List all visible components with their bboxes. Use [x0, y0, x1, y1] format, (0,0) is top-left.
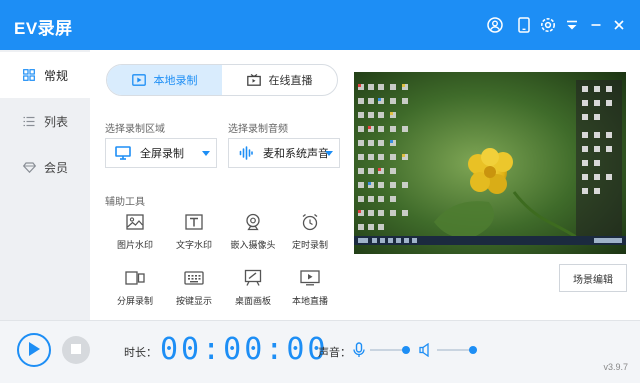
- speaker-icon[interactable]: [419, 342, 433, 358]
- alarm-clock-icon: [300, 212, 320, 232]
- region-select[interactable]: 全屏录制: [105, 138, 217, 168]
- text-icon: [184, 212, 204, 232]
- duration-label: 时长：: [124, 347, 157, 359]
- tool-label: 本地直播: [291, 296, 328, 306]
- drawing-board-icon: [243, 268, 263, 288]
- local-live-icon: [300, 268, 320, 288]
- user-icon[interactable]: [486, 16, 504, 34]
- tab-local-record[interactable]: 本地录制: [107, 65, 222, 95]
- tool-label: 定时录制: [291, 240, 328, 250]
- app-title: EV录屏: [14, 19, 73, 38]
- tool-embed-webcam[interactable]: 嵌入摄像头: [223, 212, 283, 262]
- start-record-button[interactable]: [17, 333, 51, 367]
- tool-local-live[interactable]: 本地直播: [280, 268, 340, 318]
- stop-icon: [71, 343, 81, 357]
- audio-select[interactable]: 麦和系统声音: [228, 138, 340, 168]
- record-icon: [131, 74, 146, 86]
- keyboard-icon: [184, 268, 204, 288]
- bottom-bar: 时长： 00:00:00 声音： v3.9.7: [0, 320, 640, 383]
- sidebar-item-label: 常规: [44, 68, 69, 83]
- chevron-down-icon: [325, 151, 333, 156]
- sidebar: 常规 列表 会员: [0, 50, 90, 320]
- tool-label: 嵌入摄像头: [230, 240, 276, 250]
- grid-icon: [22, 68, 36, 82]
- tool-desktop-drawing-board[interactable]: 桌面画板: [223, 268, 283, 318]
- tools-label: 辅助工具: [105, 197, 145, 208]
- volume-label: 声音：: [318, 347, 351, 359]
- webcam-icon: [243, 212, 263, 232]
- desktop-preview-image: [354, 72, 626, 254]
- screen-preview: [354, 72, 626, 254]
- image-icon: [125, 212, 145, 232]
- audio-value: 麦和系统声音: [263, 148, 329, 160]
- chevron-down-icon: [202, 151, 210, 156]
- mode-tabs: 本地录制 在线直播: [106, 64, 338, 96]
- minimize-icon[interactable]: [587, 16, 605, 34]
- mic-volume-knob[interactable]: [402, 346, 410, 354]
- mic-volume-slider[interactable]: [370, 346, 410, 354]
- tool-label: 分屏录制: [116, 296, 153, 306]
- live-icon: [246, 74, 261, 86]
- tool-key-display[interactable]: 按键显示: [164, 268, 224, 318]
- sidebar-item-label: 会员: [44, 160, 69, 175]
- tool-image-watermark[interactable]: 图片水印: [105, 212, 165, 262]
- speaker-volume-slider[interactable]: [437, 346, 477, 354]
- sidebar-item-label: 列表: [44, 114, 69, 129]
- audio-label: 选择录制音频: [228, 124, 288, 135]
- microphone-icon[interactable]: [352, 342, 366, 358]
- close-icon[interactable]: [610, 16, 628, 34]
- audio-wave-icon: [237, 145, 255, 161]
- scene-edit-button[interactable]: 场景编辑: [559, 264, 627, 292]
- play-icon: [27, 341, 41, 360]
- sidebar-item-general[interactable]: 常规: [0, 52, 90, 98]
- tool-scheduled-record[interactable]: 定时录制: [280, 212, 340, 262]
- stop-record-button[interactable]: [62, 336, 90, 364]
- tool-label: 按键显示: [175, 296, 212, 306]
- version-label: v3.9.7: [603, 362, 628, 372]
- tab-label: 在线直播: [268, 75, 313, 87]
- split-screen-icon: [125, 268, 145, 288]
- record-timer: 00:00:00: [160, 332, 329, 367]
- tool-text-watermark[interactable]: 文字水印: [164, 212, 224, 262]
- monitor-icon: [114, 145, 132, 161]
- dropdown-icon[interactable]: [563, 16, 581, 34]
- tool-label: 图片水印: [116, 240, 153, 250]
- tool-label: 桌面画板: [234, 296, 271, 306]
- diamond-icon: [22, 160, 36, 174]
- tab-label: 本地录制: [153, 75, 198, 87]
- main-panel: 本地录制 在线直播 选择录制区域 全屏录制 选择录制音频 麦和系统声音 辅助工具…: [90, 50, 640, 320]
- title-bar: EV录屏: [0, 0, 640, 50]
- tool-label: 文字水印: [175, 240, 212, 250]
- tab-online-live[interactable]: 在线直播: [222, 65, 337, 95]
- region-value: 全屏录制: [140, 148, 184, 160]
- settings-icon[interactable]: [539, 16, 557, 34]
- sidebar-item-member[interactable]: 会员: [0, 144, 90, 190]
- phone-icon[interactable]: [515, 16, 533, 34]
- speaker-volume-knob[interactable]: [469, 346, 477, 354]
- list-icon: [22, 114, 36, 128]
- tool-split-screen[interactable]: 分屏录制: [105, 268, 165, 318]
- sidebar-item-list[interactable]: 列表: [0, 98, 90, 144]
- region-label: 选择录制区域: [105, 124, 165, 135]
